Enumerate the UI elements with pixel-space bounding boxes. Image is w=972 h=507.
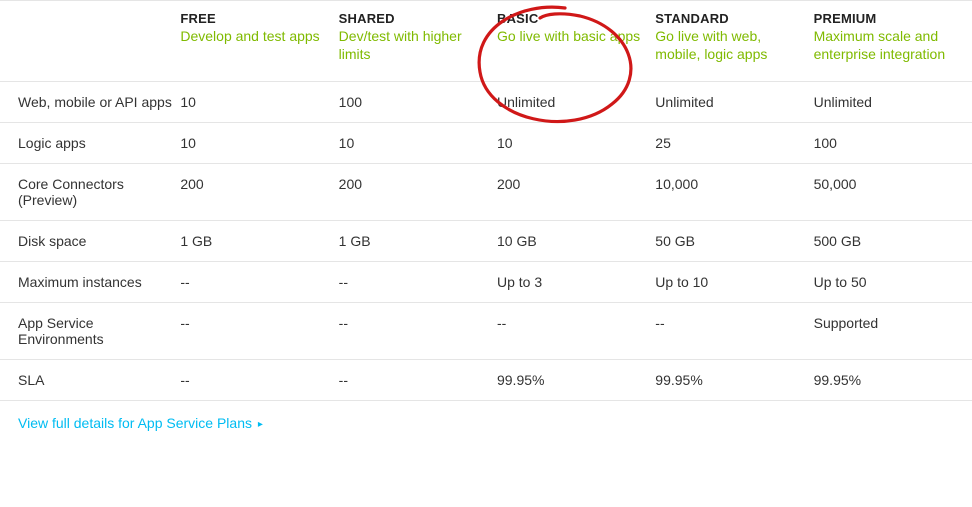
feature-label: Core Connectors (Preview) bbox=[0, 164, 180, 221]
plan-header-free: FREE Develop and test apps bbox=[180, 1, 338, 82]
cell: 99.95% bbox=[497, 360, 655, 401]
table-row: SLA -- -- 99.95% 99.95% 99.95% bbox=[0, 360, 972, 401]
table-row: Logic apps 10 10 10 25 100 bbox=[0, 123, 972, 164]
link-text: View full details for App Service Plans bbox=[18, 415, 252, 431]
cell: 1 GB bbox=[180, 221, 338, 262]
cell: Unlimited bbox=[497, 82, 655, 123]
feature-label: App Service Environments bbox=[0, 303, 180, 360]
plan-name: STANDARD bbox=[655, 11, 805, 26]
plan-subtitle: Develop and test apps bbox=[180, 28, 330, 46]
cell: -- bbox=[180, 262, 338, 303]
cell: -- bbox=[339, 303, 497, 360]
cell: Up to 3 bbox=[497, 262, 655, 303]
plan-subtitle: Maximum scale and enterprise integration bbox=[814, 28, 964, 63]
table-row: Web, mobile or API apps 10 100 Unlimited… bbox=[0, 82, 972, 123]
cell: -- bbox=[655, 303, 813, 360]
cell: -- bbox=[497, 303, 655, 360]
plan-subtitle: Dev/test with higher limits bbox=[339, 28, 489, 63]
cell: 50 GB bbox=[655, 221, 813, 262]
plan-subtitle: Go live with web, mobile, logic apps bbox=[655, 28, 805, 63]
cell: 10 bbox=[339, 123, 497, 164]
plan-name: PREMIUM bbox=[814, 11, 964, 26]
plan-header-premium: PREMIUM Maximum scale and enterprise int… bbox=[814, 1, 972, 82]
cell: -- bbox=[339, 262, 497, 303]
cell: 10,000 bbox=[655, 164, 813, 221]
cell: 10 bbox=[180, 82, 338, 123]
plan-name: FREE bbox=[180, 11, 330, 26]
cell: Unlimited bbox=[655, 82, 813, 123]
feature-label: Maximum instances bbox=[0, 262, 180, 303]
table-row: App Service Environments -- -- -- -- Sup… bbox=[0, 303, 972, 360]
table-row: Disk space 1 GB 1 GB 10 GB 50 GB 500 GB bbox=[0, 221, 972, 262]
cell: Up to 50 bbox=[814, 262, 972, 303]
feature-label: Logic apps bbox=[0, 123, 180, 164]
feature-label: SLA bbox=[0, 360, 180, 401]
plan-header-standard: STANDARD Go live with web, mobile, logic… bbox=[655, 1, 813, 82]
cell: 200 bbox=[180, 164, 338, 221]
cell: Up to 10 bbox=[655, 262, 813, 303]
footer-link-row: View full details for App Service Plans … bbox=[0, 400, 972, 445]
pricing-table: FREE Develop and test apps SHARED Dev/te… bbox=[0, 0, 972, 400]
cell: -- bbox=[180, 303, 338, 360]
header-row: FREE Develop and test apps SHARED Dev/te… bbox=[0, 1, 972, 82]
cell: 200 bbox=[339, 164, 497, 221]
header-empty bbox=[0, 1, 180, 82]
cell: 100 bbox=[814, 123, 972, 164]
feature-label: Disk space bbox=[0, 221, 180, 262]
cell: Supported bbox=[814, 303, 972, 360]
plan-name: BASIC bbox=[497, 11, 647, 26]
cell: 10 GB bbox=[497, 221, 655, 262]
cell: 10 bbox=[180, 123, 338, 164]
cell: 50,000 bbox=[814, 164, 972, 221]
arrow-right-icon: ▸ bbox=[258, 419, 263, 430]
cell: -- bbox=[339, 360, 497, 401]
pricing-body: Web, mobile or API apps 10 100 Unlimited… bbox=[0, 82, 972, 401]
cell: 200 bbox=[497, 164, 655, 221]
view-full-details-link[interactable]: View full details for App Service Plans … bbox=[18, 415, 263, 431]
table-row: Maximum instances -- -- Up to 3 Up to 10… bbox=[0, 262, 972, 303]
cell: 1 GB bbox=[339, 221, 497, 262]
plan-header-basic: BASIC Go live with basic apps bbox=[497, 1, 655, 82]
cell: Unlimited bbox=[814, 82, 972, 123]
plan-header-shared: SHARED Dev/test with higher limits bbox=[339, 1, 497, 82]
table-row: Core Connectors (Preview) 200 200 200 10… bbox=[0, 164, 972, 221]
cell: 500 GB bbox=[814, 221, 972, 262]
cell: 10 bbox=[497, 123, 655, 164]
plan-subtitle: Go live with basic apps bbox=[497, 28, 647, 46]
cell: 99.95% bbox=[814, 360, 972, 401]
cell: 25 bbox=[655, 123, 813, 164]
cell: 100 bbox=[339, 82, 497, 123]
plan-name: SHARED bbox=[339, 11, 489, 26]
cell: 99.95% bbox=[655, 360, 813, 401]
cell: -- bbox=[180, 360, 338, 401]
feature-label: Web, mobile or API apps bbox=[0, 82, 180, 123]
